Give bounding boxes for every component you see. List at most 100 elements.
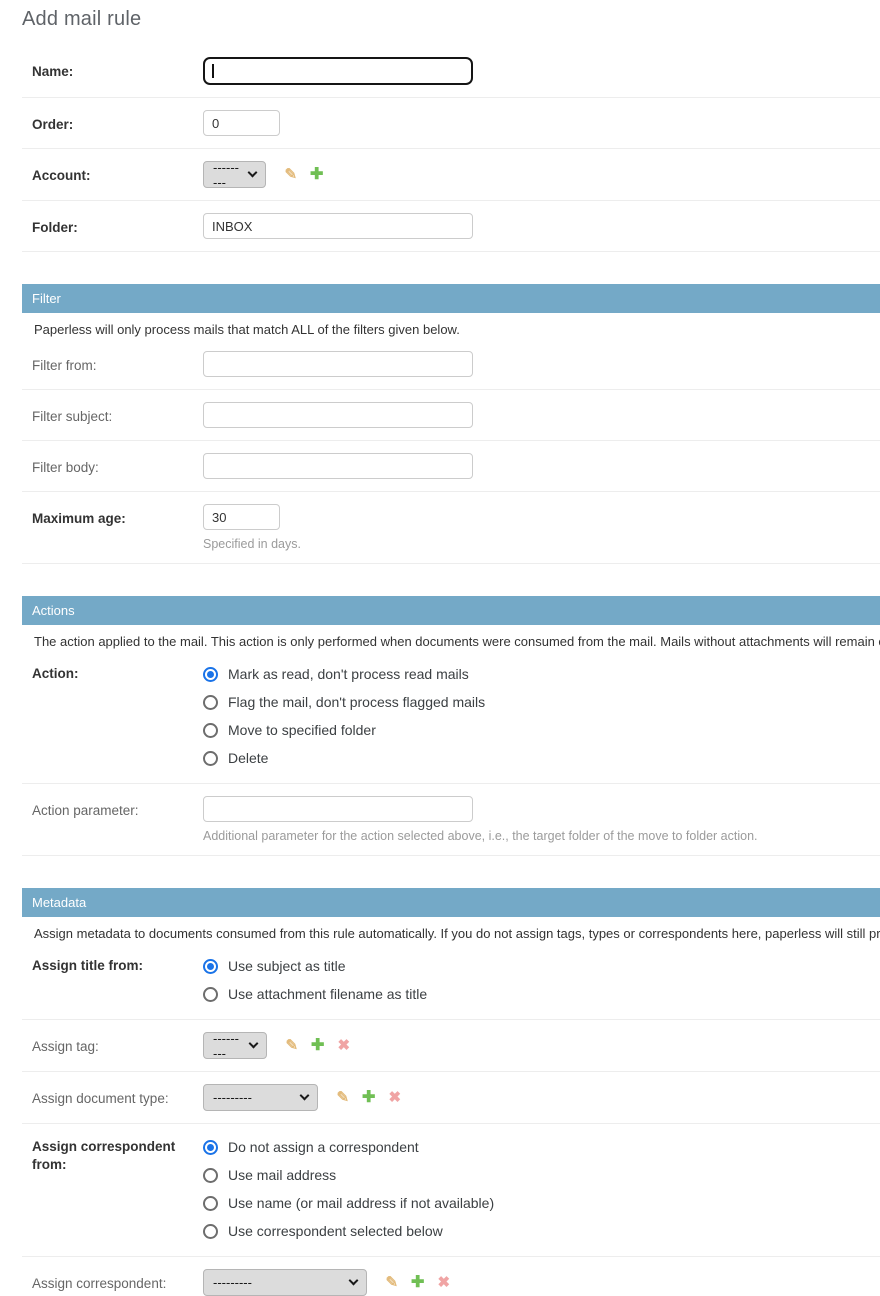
correspondent-option-none[interactable]: Do not assign a correspondent bbox=[203, 1133, 880, 1161]
text-caret bbox=[212, 64, 214, 78]
form-row-folder: Folder: bbox=[22, 201, 880, 252]
main-content: Add mail rule Name: Order: Account: ----… bbox=[22, 8, 880, 1296]
account-select[interactable]: --------- bbox=[203, 161, 266, 188]
add-related-icon[interactable]: ✚ bbox=[362, 1090, 375, 1106]
radio-label[interactable]: Use name (or mail address if not availab… bbox=[228, 1195, 494, 1211]
add-related-icon[interactable]: ✚ bbox=[310, 167, 323, 183]
action-parameter-help: Additional parameter for the action sele… bbox=[203, 829, 880, 843]
filter-from-input[interactable] bbox=[203, 351, 473, 377]
chevron-down-icon bbox=[248, 168, 258, 178]
form-row-action-parameter: Action parameter: Additional parameter f… bbox=[22, 784, 880, 856]
form-row-assign-correspondent-from: Assign correspondent from: Do not assign… bbox=[22, 1124, 880, 1257]
name-input[interactable] bbox=[203, 57, 473, 85]
assign-document-type-select-value: --------- bbox=[213, 1090, 252, 1105]
filter-subject-input[interactable] bbox=[203, 402, 473, 428]
assign-correspondent-select-value: --------- bbox=[213, 1275, 252, 1290]
chevron-down-icon bbox=[349, 1276, 359, 1286]
add-related-icon[interactable]: ✚ bbox=[411, 1275, 424, 1291]
page-title: Add mail rule bbox=[22, 8, 880, 31]
assign-tag-select-value: --------- bbox=[213, 1031, 242, 1061]
form-row-name: Name: bbox=[22, 45, 880, 98]
assign-document-type-select[interactable]: --------- bbox=[203, 1084, 318, 1111]
maximum-age-input[interactable] bbox=[203, 504, 280, 530]
assign-correspondent-select[interactable]: --------- bbox=[203, 1269, 367, 1296]
module-actions: Actions The action applied to the mail. … bbox=[22, 596, 880, 856]
radio-button[interactable] bbox=[203, 959, 218, 974]
radio-button[interactable] bbox=[203, 987, 218, 1002]
form-row-assign-tag: Assign tag: --------- ✎ ✚ ✖ bbox=[22, 1020, 880, 1072]
form-row-action: Action: Mark as read, don't process read… bbox=[22, 651, 880, 784]
filter-subject-label: Filter subject: bbox=[32, 402, 203, 426]
radio-label[interactable]: Move to specified folder bbox=[228, 722, 376, 738]
name-label: Name: bbox=[32, 57, 203, 81]
radio-label[interactable]: Flag the mail, don't process flagged mai… bbox=[228, 694, 485, 710]
delete-related-icon[interactable]: ✖ bbox=[388, 1090, 401, 1105]
action-parameter-label: Action parameter: bbox=[32, 796, 203, 820]
radio-label[interactable]: Use attachment filename as title bbox=[228, 986, 427, 1002]
radio-button[interactable] bbox=[203, 667, 218, 682]
delete-related-icon[interactable]: ✖ bbox=[337, 1038, 350, 1053]
form-row-filter-subject: Filter subject: bbox=[22, 390, 880, 441]
radio-button[interactable] bbox=[203, 695, 218, 710]
action-option-mark-read[interactable]: Mark as read, don't process read mails bbox=[203, 660, 880, 688]
assign-tag-select[interactable]: --------- bbox=[203, 1032, 267, 1059]
account-label: Account: bbox=[32, 161, 203, 185]
filter-body-input[interactable] bbox=[203, 453, 473, 479]
order-input[interactable] bbox=[203, 110, 280, 136]
edit-related-icon[interactable]: ✎ bbox=[385, 1275, 398, 1290]
assign-correspondent-from-label: Assign correspondent from: bbox=[32, 1133, 203, 1174]
radio-button[interactable] bbox=[203, 1196, 218, 1211]
form-row-order: Order: bbox=[22, 98, 880, 149]
assign-document-type-label: Assign document type: bbox=[32, 1084, 203, 1108]
module-metadata: Metadata Assign metadata to documents co… bbox=[22, 888, 880, 1296]
form-row-maximum-age: Maximum age: Specified in days. bbox=[22, 492, 880, 564]
action-option-delete[interactable]: Delete bbox=[203, 744, 880, 772]
maximum-age-help: Specified in days. bbox=[203, 537, 880, 551]
radio-button[interactable] bbox=[203, 723, 218, 738]
action-option-flag[interactable]: Flag the mail, don't process flagged mai… bbox=[203, 688, 880, 716]
form-row-account: Account: --------- ✎ ✚ bbox=[22, 149, 880, 201]
correspondent-option-selected-below[interactable]: Use correspondent selected below bbox=[203, 1217, 880, 1245]
form-row-assign-title-from: Assign title from: Use subject as title … bbox=[22, 943, 880, 1020]
form-row-filter-from: Filter from: bbox=[22, 339, 880, 390]
radio-button[interactable] bbox=[203, 1140, 218, 1155]
radio-label[interactable]: Use correspondent selected below bbox=[228, 1223, 443, 1239]
action-parameter-input[interactable] bbox=[203, 796, 473, 822]
delete-related-icon[interactable]: ✖ bbox=[437, 1275, 450, 1290]
edit-related-icon[interactable]: ✎ bbox=[336, 1090, 349, 1105]
correspondent-option-name[interactable]: Use name (or mail address if not availab… bbox=[203, 1189, 880, 1217]
assign-tag-label: Assign tag: bbox=[32, 1032, 203, 1056]
add-related-icon[interactable]: ✚ bbox=[311, 1038, 324, 1054]
folder-label: Folder: bbox=[32, 213, 203, 237]
actions-section-intro: The action applied to the mail. This act… bbox=[22, 625, 880, 651]
radio-label[interactable]: Use mail address bbox=[228, 1167, 336, 1183]
title-option-subject[interactable]: Use subject as title bbox=[203, 952, 880, 980]
filter-body-label: Filter body: bbox=[32, 453, 203, 477]
assign-correspondent-label: Assign correspondent: bbox=[32, 1269, 203, 1293]
account-select-value: --------- bbox=[213, 160, 241, 190]
title-option-attachment-filename[interactable]: Use attachment filename as title bbox=[203, 980, 880, 1008]
action-option-move[interactable]: Move to specified folder bbox=[203, 716, 880, 744]
chevron-down-icon bbox=[300, 1091, 310, 1101]
filter-from-label: Filter from: bbox=[32, 351, 203, 375]
folder-input[interactable] bbox=[203, 213, 473, 239]
radio-label[interactable]: Use subject as title bbox=[228, 958, 346, 974]
edit-related-icon[interactable]: ✎ bbox=[285, 1038, 298, 1053]
radio-button[interactable] bbox=[203, 1168, 218, 1183]
assign-title-from-label: Assign title from: bbox=[32, 952, 203, 975]
order-label: Order: bbox=[32, 110, 203, 134]
radio-label[interactable]: Do not assign a correspondent bbox=[228, 1139, 419, 1155]
form-row-assign-document-type: Assign document type: --------- ✎ ✚ ✖ bbox=[22, 1072, 880, 1124]
filter-section-intro: Paperless will only process mails that m… bbox=[22, 313, 880, 339]
metadata-section-header: Metadata bbox=[22, 888, 880, 917]
radio-label[interactable]: Delete bbox=[228, 750, 268, 766]
maximum-age-label: Maximum age: bbox=[32, 504, 203, 528]
radio-button[interactable] bbox=[203, 751, 218, 766]
module-general: Name: Order: Account: --------- bbox=[22, 45, 880, 252]
radio-button[interactable] bbox=[203, 1224, 218, 1239]
radio-label[interactable]: Mark as read, don't process read mails bbox=[228, 666, 469, 682]
actions-section-header: Actions bbox=[22, 596, 880, 625]
edit-related-icon[interactable]: ✎ bbox=[284, 167, 297, 182]
form-row-filter-body: Filter body: bbox=[22, 441, 880, 492]
correspondent-option-mail-address[interactable]: Use mail address bbox=[203, 1161, 880, 1189]
